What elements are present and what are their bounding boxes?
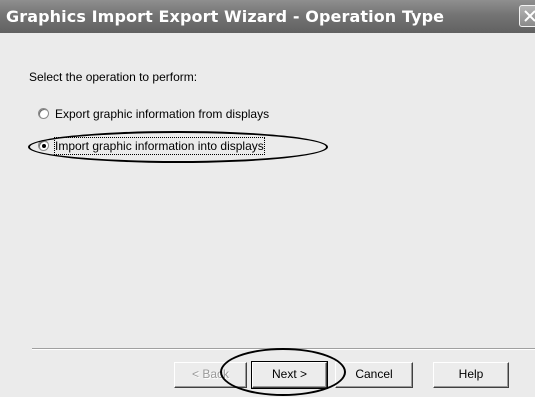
back-button[interactable]: < Back [174, 362, 247, 388]
help-button[interactable]: Help [433, 362, 509, 388]
close-icon [524, 10, 535, 22]
close-button[interactable] [519, 5, 535, 27]
button-divider [32, 348, 535, 350]
cancel-button[interactable]: Cancel [335, 362, 413, 388]
radio-selected-dot [42, 144, 46, 148]
export-radio[interactable] [38, 108, 49, 119]
next-button[interactable]: Next > [251, 361, 328, 389]
title-bar: Graphics Import Export Wizard - Operatio… [0, 0, 535, 33]
wizard-body: Select the operation to perform: Export … [0, 33, 535, 397]
cancel-button-label: Cancel [355, 367, 393, 381]
operation-prompt: Select the operation to perform: [29, 70, 198, 84]
next-button-label: Next > [271, 367, 307, 381]
import-option-label: Import graphic information into displays [54, 137, 265, 155]
back-button-label: < Back [191, 367, 230, 381]
window-title: Graphics Import Export Wizard - Operatio… [6, 7, 445, 26]
wizard-window: Graphics Import Export Wizard - Operatio… [0, 0, 535, 397]
help-button-label: Help [458, 367, 484, 381]
export-option-label: Export graphic information from displays [55, 107, 270, 121]
import-radio[interactable] [38, 140, 49, 151]
